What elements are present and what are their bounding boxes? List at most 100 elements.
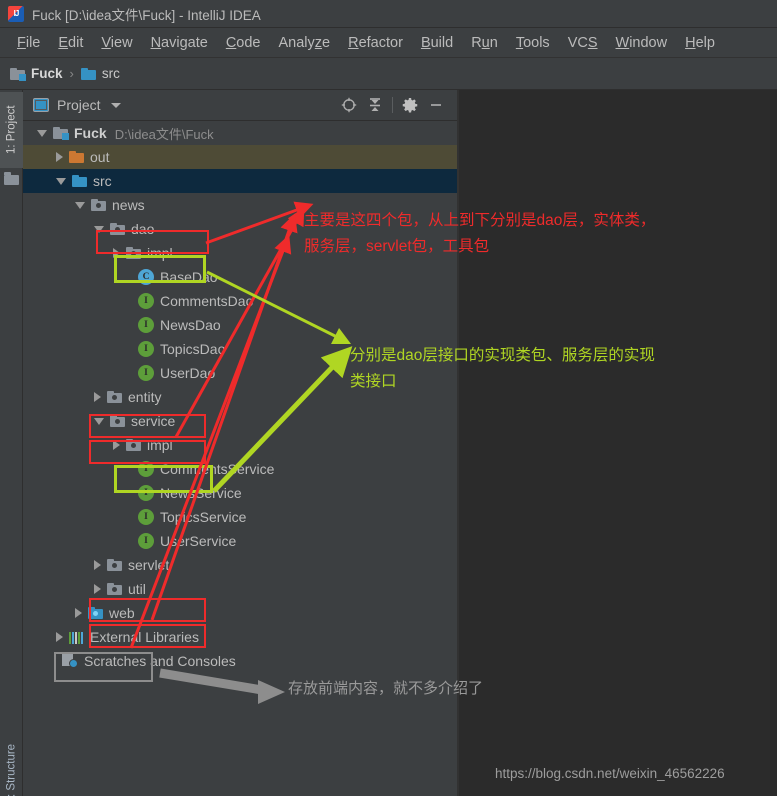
interface-icon: I — [138, 293, 154, 309]
expand-triangle-icon[interactable] — [56, 632, 63, 642]
web-folder-icon — [88, 607, 103, 619]
tree-row-label: servlet — [128, 557, 170, 573]
menu-item-build[interactable]: Build — [412, 33, 462, 53]
menu-item-refactor[interactable]: Refactor — [339, 33, 412, 53]
menu-item-vcs[interactable]: VCS — [559, 33, 607, 53]
tree-row-out[interactable]: out — [23, 145, 457, 169]
tree-row-label: impl — [147, 245, 173, 261]
tree-row-news[interactable]: news — [23, 193, 457, 217]
tree-row-src[interactable]: src — [23, 169, 457, 193]
package-icon — [110, 415, 125, 427]
tree-row-label: out — [90, 149, 110, 165]
chevron-down-icon[interactable] — [110, 102, 121, 108]
menu-item-code[interactable]: Code — [217, 33, 270, 53]
menu-item-tools[interactable]: Tools — [507, 33, 559, 53]
collapse-triangle-icon[interactable] — [75, 201, 85, 209]
collapse-triangle-icon[interactable] — [56, 177, 66, 185]
tree-row-userservice[interactable]: I UserService — [23, 529, 457, 553]
tree-row-commentsservice[interactable]: I CommentsService — [23, 457, 457, 481]
tree-row-label: BaseDao — [160, 269, 218, 285]
tree-row-topicsservice[interactable]: I TopicsService — [23, 505, 457, 529]
expand-triangle-icon[interactable] — [113, 440, 120, 450]
tree-row-service[interactable]: service — [23, 409, 457, 433]
menu-bar: File Edit View Navigate Code Analyze Refactor B… — [0, 28, 777, 58]
expand-triangle-icon[interactable] — [113, 248, 120, 258]
source-folder-icon — [72, 175, 87, 187]
class-icon: C — [138, 269, 154, 285]
interface-icon: I — [138, 317, 154, 333]
tree-row-label: UserService — [160, 533, 237, 549]
window-title: Fuck [D:\idea文件\Fuck] - IntelliJ IDEA — [32, 7, 261, 23]
breadcrumb: Fuck › src — [0, 58, 777, 90]
tree-row-label: NewsService — [160, 485, 242, 501]
menu-item-edit[interactable]: Edit — [49, 33, 92, 53]
tree-row-basedao[interactable]: C BaseDao — [23, 265, 457, 289]
panel-splitter[interactable] — [457, 90, 459, 796]
tree-row-label: util — [128, 581, 146, 597]
tree-row-userdao[interactable]: I UserDao — [23, 361, 457, 385]
collapse-all-icon[interactable] — [362, 93, 388, 117]
project-tool-window-title: Project — [57, 97, 101, 113]
tree-row-entity[interactable]: entity — [23, 385, 457, 409]
interface-icon: I — [138, 461, 154, 477]
project-view-icon — [33, 98, 49, 112]
intellij-idea-window: Fuck [D:\idea文件\Fuck] - IntelliJ IDEA Fi… — [0, 0, 777, 796]
expand-triangle-icon[interactable] — [94, 392, 101, 402]
tree-row-label: CommentsDao — [160, 293, 254, 309]
menu-item-run[interactable]: Run — [462, 33, 507, 53]
project-tool-window: Project Fuck D:\idea文件\Fuck out src news… — [23, 90, 457, 796]
collapse-triangle-icon[interactable] — [94, 225, 104, 233]
tree-row-commentsdao[interactable]: I CommentsDao — [23, 289, 457, 313]
tree-row-servlet[interactable]: servlet — [23, 553, 457, 577]
tree-row-newsservice[interactable]: I NewsService — [23, 481, 457, 505]
tree-row-label: NewsDao — [160, 317, 221, 333]
tree-row-fuck[interactable]: Fuck D:\idea文件\Fuck — [23, 121, 457, 145]
scroll-from-source-icon[interactable] — [336, 93, 362, 117]
tree-row-topicsdao[interactable]: I TopicsDao — [23, 337, 457, 361]
tree-row-newsdao[interactable]: I NewsDao — [23, 313, 457, 337]
editor-area — [457, 90, 777, 796]
expand-triangle-icon[interactable] — [94, 560, 101, 570]
menu-item-analyze[interactable]: Analyze — [270, 33, 340, 53]
source-folder-icon — [80, 67, 96, 80]
module-folder-icon — [10, 67, 26, 81]
interface-icon: I — [138, 341, 154, 357]
sidebar-item-structure[interactable]: Z: Structure — [0, 730, 23, 796]
collapse-triangle-icon[interactable] — [94, 417, 104, 425]
breadcrumb-item-src[interactable]: src — [80, 66, 120, 81]
minimize-icon[interactable] — [423, 93, 449, 117]
tree-row-dao[interactable]: dao — [23, 217, 457, 241]
module-folder-icon — [53, 127, 69, 140]
scratches-icon — [62, 654, 78, 668]
collapse-triangle-icon[interactable] — [37, 129, 47, 137]
menu-item-view[interactable]: View — [92, 33, 141, 53]
menu-item-help[interactable]: Help — [676, 33, 724, 53]
tree-row-label: dao — [131, 221, 155, 237]
tree-row-web[interactable]: web — [23, 601, 457, 625]
breadcrumb-separator-icon: › — [69, 66, 74, 81]
folder-icon — [4, 172, 19, 185]
tree-row-path: D:\idea文件\Fuck — [114, 126, 214, 142]
expand-triangle-icon[interactable] — [75, 608, 82, 618]
expand-triangle-icon[interactable] — [56, 152, 63, 162]
tree-row-label: news — [112, 197, 145, 213]
menu-item-file[interactable]: File — [8, 33, 49, 53]
interface-icon: I — [138, 533, 154, 549]
gear-icon[interactable] — [397, 93, 423, 117]
project-tree[interactable]: Fuck D:\idea文件\Fuck out src news dao impl C Base… — [23, 121, 457, 796]
sidebar-item-project[interactable]: 1: Project — [0, 92, 23, 168]
project-tool-window-header: Project — [23, 90, 457, 121]
tree-row-util[interactable]: util — [23, 577, 457, 601]
breadcrumb-item-project[interactable]: Fuck — [10, 66, 63, 81]
menu-item-window[interactable]: Window — [607, 33, 677, 53]
menu-item-navigate[interactable]: Navigate — [142, 33, 217, 53]
title-bar: Fuck [D:\idea文件\Fuck] - IntelliJ IDEA — [0, 0, 777, 28]
package-icon — [107, 391, 122, 403]
expand-triangle-icon[interactable] — [94, 584, 101, 594]
tree-row-external-libraries[interactable]: External Libraries — [23, 625, 457, 649]
tree-row-impl[interactable]: impl — [23, 241, 457, 265]
tree-row-label: UserDao — [160, 365, 216, 381]
tree-row-impl[interactable]: impl — [23, 433, 457, 457]
tree-row-scratches-and-consoles[interactable]: Scratches and Consoles — [23, 649, 457, 673]
breadcrumb-label-src: src — [101, 66, 120, 81]
